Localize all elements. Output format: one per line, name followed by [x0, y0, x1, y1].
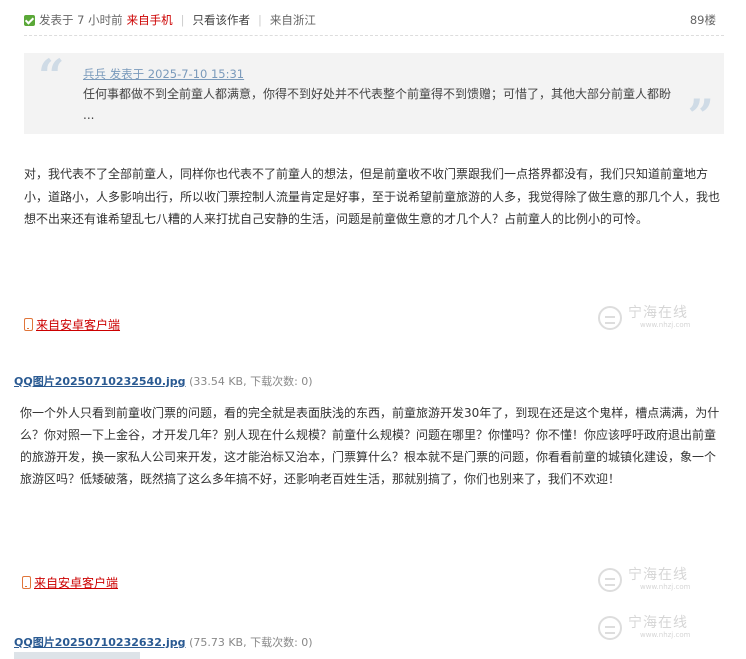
close-quote-icon: ” [687, 89, 714, 143]
attachment-line: QQ图片20250710232632.jpg (75.73 KB, 下载次数: … [14, 634, 313, 650]
attachment-link[interactable]: QQ图片20250710232540.jpg [14, 375, 186, 388]
attachment-image-preview[interactable] [14, 652, 140, 659]
floor-number[interactable]: 89楼 [690, 12, 716, 28]
watermark-main-text: 宁海在线 [628, 567, 688, 584]
phone-icon [22, 576, 31, 589]
attachment-post-content: 你一个外人只看到前童收门票的问题，看的完全就是表面肤浅的东西，前童旅游开发30年… [20, 406, 720, 486]
separator: | [258, 13, 262, 27]
watermark-sub-text: www.nhzj.com [640, 630, 691, 639]
attachment-info: (33.54 KB, 下载次数: 0) [189, 375, 313, 388]
only-author-link[interactable]: 只看该作者 [193, 12, 251, 28]
android-client-link[interactable]: 来自安卓客户端 [24, 316, 120, 333]
post-meta-bar: 发表于 7 小时前 来自手机 | 只看该作者 | 来自浙江 89楼 [24, 10, 724, 30]
watermark-sub-text: www.nhzj.com [640, 582, 691, 591]
phone-icon [24, 318, 33, 331]
site-watermark: 宁海在线 www.nhzj.com [598, 568, 690, 592]
attachment-link[interactable]: QQ图片20250710232632.jpg [14, 636, 186, 649]
meta-divider [24, 35, 724, 36]
post-time: 发表于 7 小时前 [39, 13, 123, 27]
post-location: 来自浙江 [269, 13, 316, 27]
watermark-main-text: 宁海在线 [628, 615, 688, 632]
site-watermark: 宁海在线 www.nhzj.com [598, 616, 690, 640]
site-watermark: 宁海在线 www.nhzj.com [598, 306, 690, 330]
watermark-logo-icon [598, 616, 622, 640]
quote-block: “ 兵兵 发表于 2025-7-10 15:31 任何事都做不到全前童人都满意，… [24, 49, 724, 139]
quote-text: 任何事都做不到全前童人都满意，你得不到好处并不代表整个前童得不到馈赠；可惜了，其… [83, 87, 672, 122]
open-quote-icon: “ [38, 49, 65, 103]
from-mobile-link[interactable]: 来自手机 [127, 12, 173, 28]
post-content: 对，我代表不了全部前童人，同样你也代表不了前童人的想法，但是前童收不收门票跟我们… [24, 167, 721, 226]
watermark-sub-text: www.nhzj.com [640, 320, 691, 329]
quote-author-link[interactable]: 兵兵 发表于 2025-7-10 15:31 [83, 66, 244, 82]
attachment-line: QQ图片20250710232540.jpg (33.54 KB, 下载次数: … [14, 373, 313, 389]
android-client-label: 来自安卓客户端 [36, 318, 121, 332]
watermark-main-text: 宁海在线 [628, 305, 688, 322]
separator: | [180, 13, 185, 27]
watermark-logo-icon [598, 568, 622, 592]
watermark-logo-icon [598, 306, 622, 330]
attachment-info: (75.73 KB, 下载次数: 0) [189, 636, 313, 649]
android-client-label: 来自安卓客户端 [34, 576, 119, 590]
online-status-icon [24, 14, 35, 26]
android-client-link[interactable]: 来自安卓客户端 [22, 574, 118, 591]
